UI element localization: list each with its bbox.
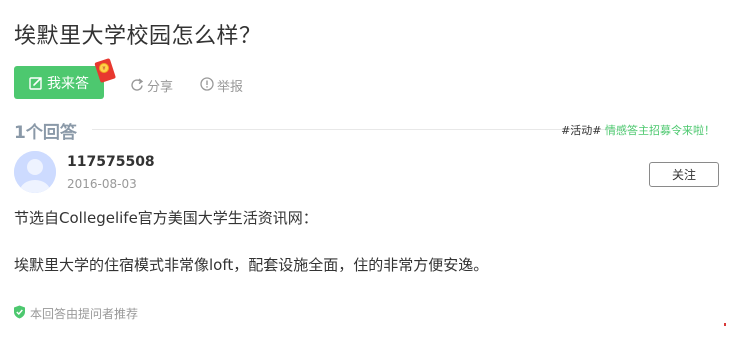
follow-button[interactable]: 关注 xyxy=(649,162,719,187)
share-icon xyxy=(130,77,144,95)
share-button[interactable]: 分享 xyxy=(130,76,173,95)
svg-text:¥: ¥ xyxy=(102,66,105,72)
recommended-label: 本回答由提问者推荐 xyxy=(30,307,139,321)
activity-tag: #活动# xyxy=(561,124,602,137)
share-label: 分享 xyxy=(147,80,174,95)
answer-date: 2016-08-03 xyxy=(67,177,137,191)
report-button[interactable]: 举报 xyxy=(200,76,243,95)
red-envelope-icon[interactable]: ¥ xyxy=(91,57,117,83)
my-answer-label: 我来答 xyxy=(47,75,89,92)
user-name[interactable]: 117575508 xyxy=(67,154,155,170)
report-icon xyxy=(200,76,214,95)
shield-check-icon xyxy=(13,305,26,322)
activity-promo[interactable]: #活动# 情感答主招募令来啦！ xyxy=(561,122,715,138)
answer-count: 1个回答 xyxy=(14,123,77,143)
answer-paragraph: 节选自Collegelife官方美国大学生活资讯网： xyxy=(14,209,318,227)
activity-link[interactable]: 情感答主招募令来啦！ xyxy=(605,124,715,137)
recommended-badge: 本回答由提问者推荐 xyxy=(13,305,138,322)
avatar[interactable] xyxy=(14,151,56,193)
answer-paragraph: 埃默里大学的住宿模式非常像loft，配套设施全面，住的非常方便安逸。 xyxy=(14,256,489,274)
question-title: 埃默里大学校园怎么样？ xyxy=(14,24,262,49)
corner-mark xyxy=(724,323,726,326)
edit-icon xyxy=(29,76,43,90)
report-label: 举报 xyxy=(217,80,244,95)
section-divider xyxy=(92,129,629,130)
